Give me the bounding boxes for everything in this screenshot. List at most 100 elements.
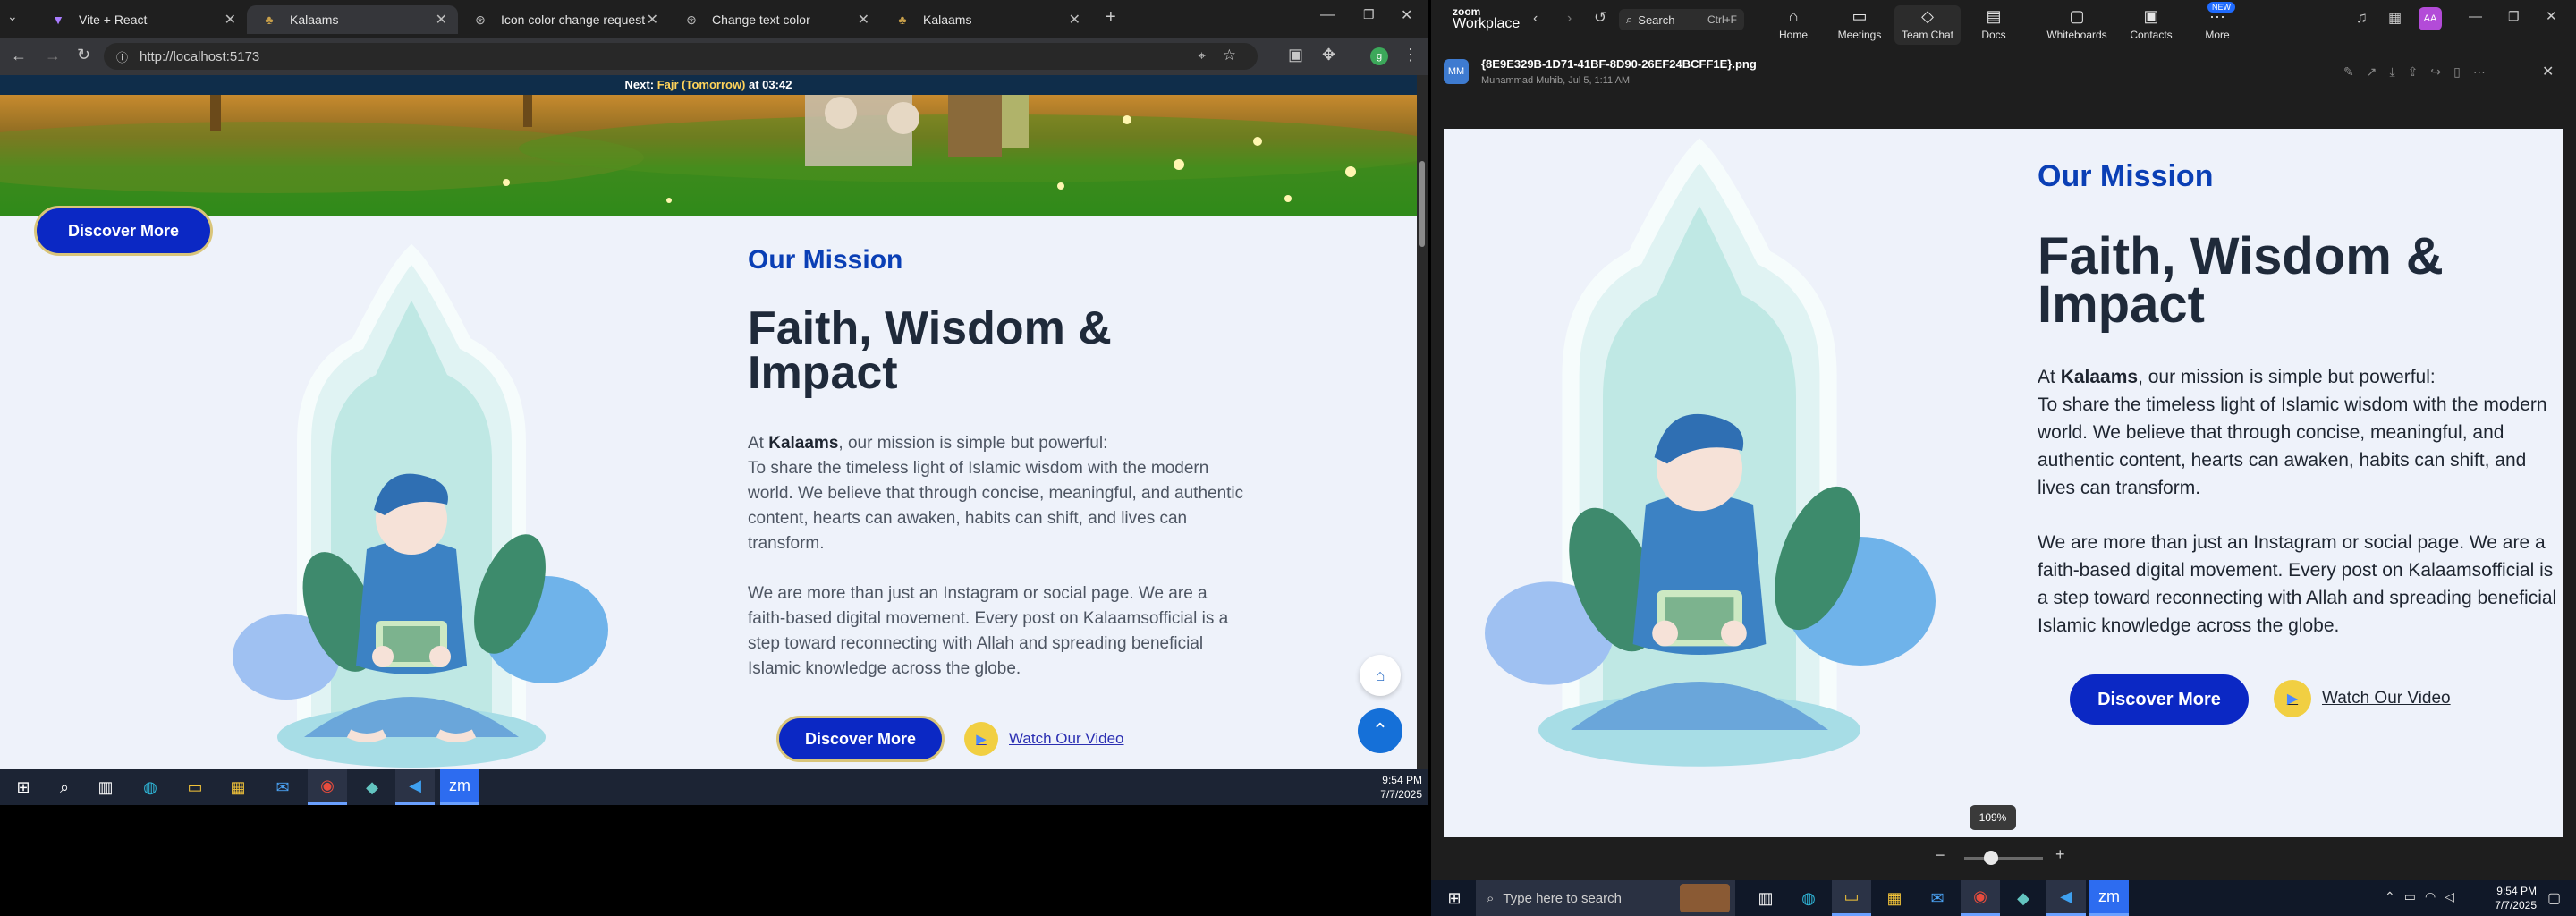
scrollbar-thumb[interactable] [1419, 161, 1425, 247]
search-icon: ⌕ [1626, 13, 1633, 26]
nav-home[interactable]: ⌂ Home [1760, 5, 1826, 45]
minimize-icon[interactable]: — [1320, 7, 1335, 23]
search-icon[interactable]: ⌕ [45, 769, 84, 805]
nav-whiteboards[interactable]: ▢ Whiteboards [2039, 5, 2114, 45]
edge-icon[interactable]: ◍ [1789, 880, 1828, 916]
browser-window: ⌄ ▼ Vite + React ✕ ♣ Kalaams ✕ ⊛ Icon co… [0, 0, 1428, 769]
close-window-icon[interactable]: ✕ [2546, 8, 2557, 24]
close-icon[interactable]: ✕ [225, 11, 236, 29]
edit-icon[interactable]: ✎ [2343, 64, 2354, 80]
address-bar[interactable]: ⓘ http://localhost:5173 ⌖ ☆ [104, 43, 1258, 70]
discover-more-button[interactable]: Discover More [776, 716, 945, 762]
taskbar-clock[interactable]: 9:54 PM 7/7/2025 [2483, 884, 2537, 912]
zoom-in-icon[interactable]: + [2055, 845, 2065, 864]
hero-discover-more-button[interactable]: Discover More [34, 206, 213, 256]
extension-icon[interactable]: ▣ [1288, 46, 1303, 64]
user-avatar[interactable]: AA [2419, 7, 2442, 30]
calendar-icon[interactable]: ▦ [2388, 9, 2402, 27]
system-tray: ⌃ ▭ ◠ ◁ [2385, 889, 2454, 904]
zoom-out-icon[interactable]: − [1936, 846, 1945, 865]
watch-video-link[interactable]: ▶ Watch Our Video [964, 721, 1124, 757]
chrome-icon[interactable]: ◉ [1961, 880, 2000, 916]
download-icon[interactable]: ⤓ [2389, 64, 2394, 80]
new-tab-icon[interactable]: + [1106, 7, 1116, 28]
taskbar-left: ⊞ ⌕ ▥ ◍ ▭ ▦ ✉ ◉ ◆ ◀ zm 9:54 PM 7/7/2025 [0, 769, 1428, 805]
start-icon[interactable]: ⊞ [1435, 880, 1474, 916]
file-name: {8E9E329B-1D71-41BF-8D90-26EF24BCFF1E}.p… [1481, 57, 1757, 71]
taskbar-clock[interactable]: 9:54 PM 7/7/2025 [1365, 773, 1422, 802]
location-icon[interactable]: ⌖ [1199, 48, 1206, 64]
back-icon[interactable]: ‹ [1533, 11, 1538, 27]
forward-icon[interactable]: › [1567, 11, 1572, 27]
bookmark-star-icon[interactable]: ☆ [1223, 47, 1236, 64]
scroll-top-button[interactable]: ⌃ [1358, 708, 1402, 753]
nav-contacts[interactable]: ▣ Contacts [2118, 5, 2184, 45]
profile-avatar[interactable]: g [1370, 47, 1388, 65]
start-icon[interactable]: ⊞ [4, 769, 43, 805]
network-icon[interactable]: ▭ [2404, 889, 2416, 904]
vscode-alt-icon[interactable]: ◆ [352, 769, 392, 805]
open-icon[interactable]: ↗ [2367, 64, 2377, 80]
tab-vite-react[interactable]: ▼ Vite + React ✕ [36, 5, 247, 34]
forward-share-icon[interactable]: ⇪ [2408, 64, 2419, 80]
nav-team-chat[interactable]: ◇ Team Chat [1894, 5, 1961, 45]
vscode-alt-icon[interactable]: ◆ [2004, 880, 2043, 916]
close-viewer-icon[interactable]: ✕ [2542, 63, 2554, 81]
file-explorer-icon[interactable]: ▭ [1832, 880, 1871, 916]
mission-body: At Kalaams, our mission is simple but po… [2038, 363, 2563, 640]
zoom-icon[interactable]: zm [2089, 880, 2129, 916]
reply-icon[interactable]: ↪ [2430, 64, 2441, 80]
bookmark-icon[interactable]: ▯ [2453, 64, 2461, 80]
forward-icon[interactable]: → [45, 47, 61, 65]
reload-icon[interactable]: ↻ [77, 46, 90, 64]
discover-more-button[interactable]: Discover More [2070, 674, 2249, 725]
menu-kebab-icon[interactable]: ⋮ [1402, 46, 1419, 64]
tab-icon-color[interactable]: ⊛ Icon color change request ✕ [458, 5, 669, 34]
tab-change-text[interactable]: ⊛ Change text color ✕ [669, 5, 880, 34]
notifications-icon[interactable]: ♫ [2356, 9, 2368, 27]
close-icon[interactable]: ✕ [436, 11, 447, 29]
nav-meetings[interactable]: ▭ Meetings [1826, 5, 1893, 45]
zoom-icon[interactable]: zm [440, 769, 479, 805]
vscode-icon[interactable]: ◀ [2046, 880, 2086, 916]
notifications-icon[interactable]: ▢ [2547, 889, 2561, 907]
volume-icon[interactable]: ◁ [2445, 889, 2454, 904]
tab-kalaams-active[interactable]: ♣ Kalaams ✕ [247, 5, 458, 34]
intro-pre: At [2038, 367, 2061, 387]
mail-icon[interactable]: ✉ [1918, 880, 1957, 916]
close-window-icon[interactable]: ✕ [1401, 6, 1412, 24]
close-icon[interactable]: ✕ [647, 11, 658, 29]
minimize-icon[interactable]: — [2469, 9, 2482, 24]
maximize-icon[interactable]: ❐ [2508, 9, 2520, 24]
zoom-slider-track[interactable] [1964, 857, 2043, 860]
close-icon[interactable]: ✕ [858, 11, 869, 29]
tab-kalaams[interactable]: ♣ Kalaams ✕ [880, 5, 1091, 34]
more-options-icon[interactable]: ··· [2473, 64, 2486, 80]
maximize-icon[interactable]: ❐ [1363, 7, 1375, 22]
watch-video-link[interactable]: ▶ Watch Our Video [2274, 680, 2451, 717]
tab-search-icon[interactable]: ⌄ [7, 9, 18, 24]
store-icon[interactable]: ▦ [218, 769, 258, 805]
history-icon[interactable]: ↺ [1594, 9, 1606, 27]
taskbar-search-box[interactable]: ⌕ Type here to search [1476, 880, 1735, 916]
wifi-icon[interactable]: ◠ [2425, 889, 2436, 904]
back-icon[interactable]: ← [11, 47, 27, 65]
close-icon[interactable]: ✕ [1069, 11, 1080, 29]
extensions-puzzle-icon[interactable]: ✥ [1322, 46, 1335, 64]
mail-icon[interactable]: ✉ [263, 769, 302, 805]
site-info-icon[interactable]: ⓘ [116, 48, 128, 65]
search-label: Search [1638, 13, 1675, 27]
chrome-icon[interactable]: ◉ [308, 769, 347, 805]
chevron-up-icon[interactable]: ⌃ [2385, 889, 2395, 904]
zoom-level-tooltip: 109% [1970, 805, 2016, 830]
nav-docs[interactable]: ▤ Docs [1961, 5, 2027, 45]
edge-icon[interactable]: ◍ [131, 769, 170, 805]
file-explorer-icon[interactable]: ▭ [175, 769, 215, 805]
zoom-slider-thumb[interactable] [1984, 851, 1998, 865]
vscode-icon[interactable]: ◀ [395, 769, 435, 805]
zoom-search-input[interactable]: ⌕ Search Ctrl+F [1619, 9, 1744, 30]
mosque-icon-button[interactable]: ⌂ [1360, 655, 1401, 696]
task-view-icon[interactable]: ▥ [1746, 880, 1785, 916]
store-icon[interactable]: ▦ [1875, 880, 1914, 916]
task-view-icon[interactable]: ▥ [86, 769, 125, 805]
